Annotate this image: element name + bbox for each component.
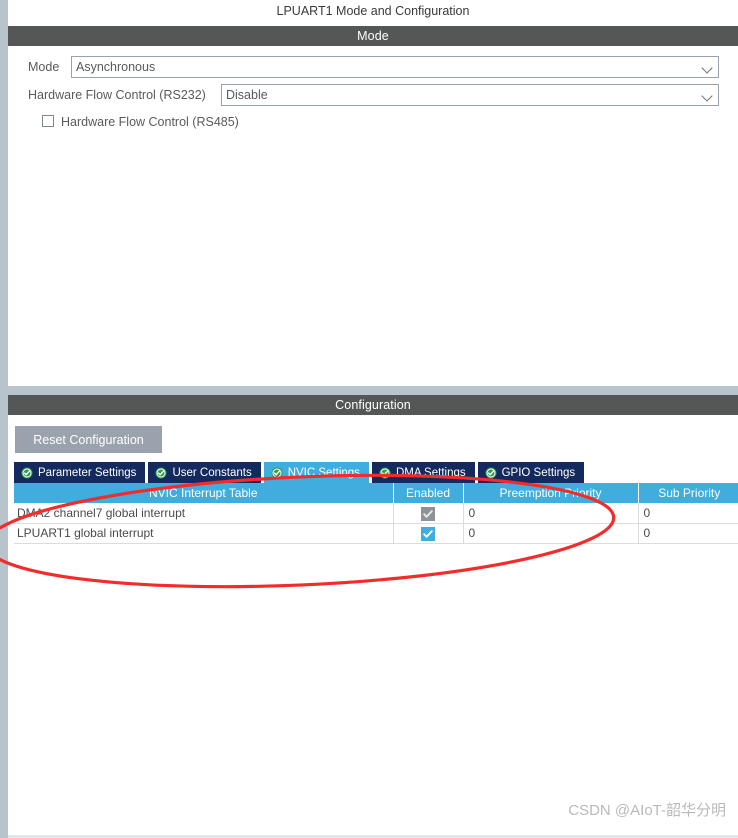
tab-label: User Constants	[172, 466, 252, 479]
table-row[interactable]: LPUART1 global interrupt 0 0	[14, 523, 738, 544]
preemption-priority-value[interactable]: 0	[463, 503, 639, 524]
configuration-section-body: Reset Configuration Parameter Settings U…	[8, 415, 738, 838]
tab-parameter-settings[interactable]: Parameter Settings	[14, 462, 146, 483]
tab-label: NVIC Settings	[287, 466, 360, 479]
tab-label: GPIO Settings	[501, 466, 576, 479]
check-circle-icon	[379, 467, 391, 479]
mode-field-label: Mode	[28, 60, 60, 74]
hardware-flow-control-rs232-select[interactable]: Disable	[221, 84, 719, 106]
chevron-down-icon	[703, 64, 712, 70]
sub-priority-value[interactable]: 0	[638, 503, 738, 524]
interrupt-name: DMA2 channel7 global interrupt	[14, 503, 394, 524]
hardware-flow-control-rs485-label: Hardware Flow Control (RS485)	[61, 115, 239, 129]
column-header-sub-priority[interactable]: Sub Priority	[638, 483, 738, 503]
page-title: LPUART1 Mode and Configuration	[8, 0, 738, 22]
tab-dma-settings[interactable]: DMA Settings	[371, 462, 475, 483]
tab-nvic-settings[interactable]: NVIC Settings	[263, 462, 369, 483]
reset-configuration-button[interactable]: Reset Configuration	[15, 426, 162, 453]
check-circle-icon	[155, 467, 167, 479]
configuration-tab-bar: Parameter Settings User Constants NVIC S…	[14, 462, 585, 483]
nvic-interrupt-table: NVIC Interrupt Table Enabled Preemption …	[14, 483, 738, 544]
table-row[interactable]: DMA2 channel7 global interrupt 0 0	[14, 503, 738, 524]
hardware-flow-control-rs232-field-row: Hardware Flow Control (RS232) Disable	[28, 84, 728, 106]
check-circle-icon	[485, 467, 497, 479]
tab-user-constants[interactable]: User Constants	[148, 462, 261, 483]
column-header-interrupt-table[interactable]: NVIC Interrupt Table	[14, 483, 394, 503]
table-header-row: NVIC Interrupt Table Enabled Preemption …	[14, 483, 738, 503]
watermark-text: CSDN @AIoT-韶华分明	[568, 802, 726, 819]
enabled-cell[interactable]	[393, 503, 464, 524]
lpuart1-config-panel: LPUART1 Mode and Configuration Mode Mode…	[0, 0, 738, 838]
tab-label: Parameter Settings	[38, 466, 137, 479]
enabled-checkbox[interactable]	[421, 527, 435, 542]
sub-priority-value[interactable]: 0	[638, 523, 738, 544]
mode-select-value: Asynchronous	[76, 60, 156, 74]
check-circle-icon	[271, 467, 283, 479]
interrupt-name: LPUART1 global interrupt	[14, 523, 394, 544]
mode-section-body: Mode Asynchronous Hardware Flow Control …	[8, 46, 738, 380]
hardware-flow-control-rs232-value: Disable	[226, 88, 268, 102]
chevron-down-icon	[703, 92, 712, 98]
column-header-preemption[interactable]: Preemption Priority	[463, 483, 639, 503]
mode-field-row: Mode Asynchronous	[28, 56, 728, 78]
enabled-cell[interactable]	[393, 523, 464, 544]
preemption-priority-value[interactable]: 0	[463, 523, 639, 544]
column-header-enabled[interactable]: Enabled	[393, 483, 464, 503]
tab-label: DMA Settings	[395, 466, 466, 479]
hardware-flow-control-rs485-checkbox[interactable]	[42, 115, 54, 127]
hardware-flow-control-rs232-label: Hardware Flow Control (RS232)	[28, 88, 206, 102]
tab-gpio-settings[interactable]: GPIO Settings	[477, 462, 585, 483]
enabled-checkbox-locked[interactable]	[421, 507, 435, 522]
check-circle-icon	[21, 467, 33, 479]
mode-section-header: Mode	[8, 26, 738, 46]
mode-select[interactable]: Asynchronous	[71, 56, 719, 78]
section-separator	[8, 386, 738, 395]
left-edge-strip	[0, 0, 8, 838]
configuration-section-header: Configuration	[8, 395, 738, 415]
